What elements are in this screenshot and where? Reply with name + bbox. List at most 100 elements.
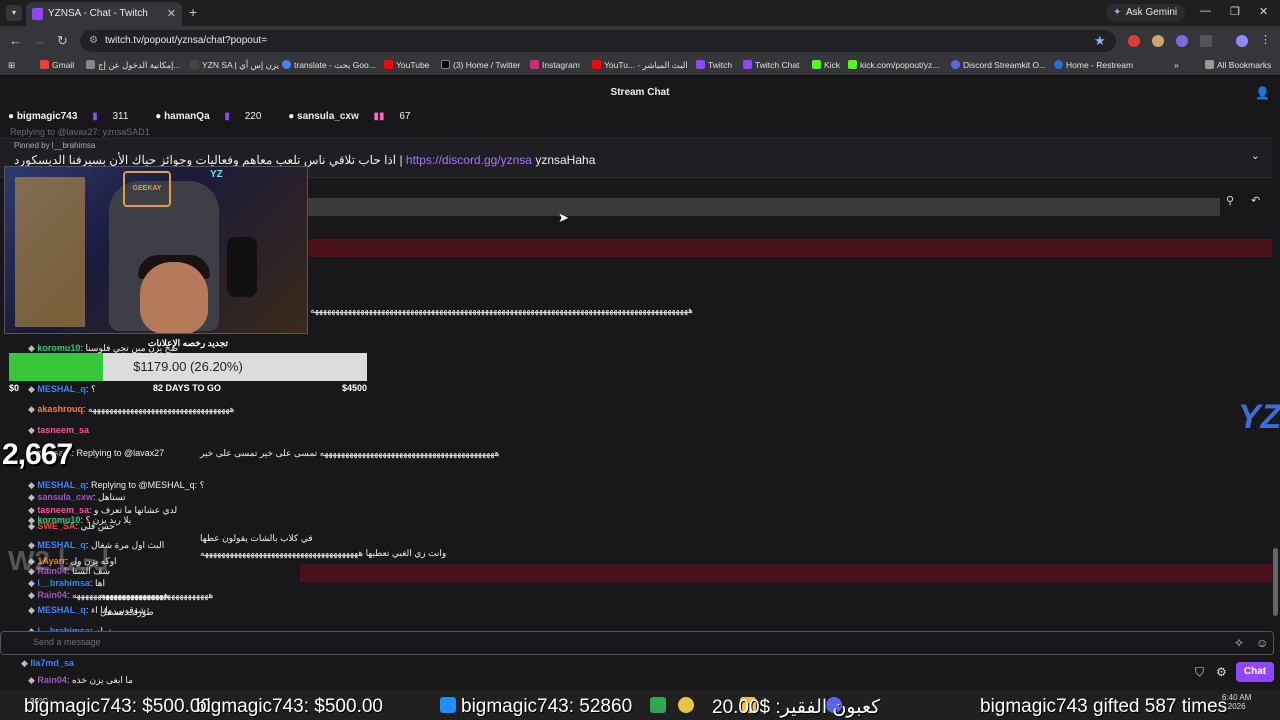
extension-record-icon[interactable] bbox=[1128, 35, 1140, 47]
overlay-chat-message: ◆ MESHAL_q: Replying to @MESHAL_q: ؟ bbox=[28, 480, 204, 491]
settings-gear-icon[interactable]: ⚙ bbox=[1216, 665, 1227, 679]
leader-name: sansula_cxw bbox=[297, 111, 359, 122]
bookmark-youtube[interactable]: YouTube bbox=[384, 60, 429, 70]
instagram-icon bbox=[530, 60, 539, 69]
browser-menu-icon[interactable]: ⋮ bbox=[1260, 33, 1272, 46]
all-bookmarks[interactable]: All Bookmarks bbox=[1205, 60, 1271, 70]
chrome-icon[interactable] bbox=[678, 697, 694, 713]
chat-text: : Replying to @MESHAL_q: ؟ bbox=[85, 480, 205, 490]
chat-text: : Replying to @lavax27 bbox=[71, 448, 165, 458]
magic-wand-icon[interactable]: ✧ bbox=[1234, 636, 1244, 650]
donation-ticker: bigmagic743 gifted 587 times bbox=[980, 696, 1228, 717]
tab-close-icon[interactable]: ✕ bbox=[167, 2, 176, 26]
overlay-chat-message: ◆ Rain04: ما ابغى يزن خذه bbox=[28, 675, 133, 686]
emote-picker-icon[interactable]: ☺ bbox=[1256, 636, 1268, 650]
maximize-button[interactable]: ❐ bbox=[1230, 5, 1240, 18]
leaderboard-entry[interactable]: ● hamanQa ▮ 220 bbox=[155, 111, 273, 122]
extensions-puzzle-icon[interactable] bbox=[1200, 35, 1212, 47]
bookmark-discord-streamkit[interactable]: Discord Streamkit O... bbox=[951, 60, 1046, 70]
tab-title: YZNSA - Chat - Twitch bbox=[48, 8, 148, 19]
bookmark-kick[interactable]: Kick bbox=[812, 60, 840, 70]
badge-icon: ◆ bbox=[28, 590, 38, 600]
chat-message: طورات مشعل bbox=[100, 607, 154, 617]
bookmark-twitch-chat[interactable]: Twitch Chat bbox=[743, 60, 799, 70]
chat-username[interactable]: MESHAL_q bbox=[37, 480, 86, 490]
bookmark-twitter[interactable]: (3) Home / Twitter bbox=[441, 60, 520, 70]
bookmark-restream[interactable]: Home - Restream bbox=[1054, 60, 1133, 70]
leaderboard-entry[interactable]: ● sansula_cxw ▮▮ 67 bbox=[288, 111, 422, 122]
overlay-chat-message: ◆ koromu10: صح يزن مين تجي فلوسنا bbox=[28, 343, 178, 354]
leader-count: 311 bbox=[112, 111, 129, 122]
leaderboard-entry[interactable]: ● bigmagic743 ▮ 311 bbox=[8, 111, 140, 122]
chevron-down-icon[interactable]: ⌄ bbox=[1251, 149, 1260, 162]
chat-username[interactable]: tasneem_sa bbox=[37, 425, 89, 435]
chat-username[interactable]: akashrouq bbox=[37, 404, 83, 414]
hovered-message-row[interactable] bbox=[300, 198, 1220, 216]
system-clock[interactable]: 6:40 AM 2026 bbox=[1222, 693, 1251, 711]
chat-input[interactable]: Send a message bbox=[0, 631, 1274, 655]
forward-arrow-icon[interactable]: → bbox=[33, 33, 46, 48]
folder-icon bbox=[1205, 60, 1214, 69]
twitch-icon bbox=[743, 60, 752, 69]
bookmark-label: إمكانية الدخول عن إج... bbox=[98, 60, 181, 70]
tab-search-icon[interactable]: ▾ bbox=[6, 5, 22, 21]
bookmark-label: Instagram bbox=[542, 60, 580, 70]
new-tab-button[interactable]: + bbox=[189, 4, 197, 20]
chat-username[interactable]: SWE_SA bbox=[37, 521, 75, 531]
bookmark-translate[interactable]: translate - بحث Goo... bbox=[282, 60, 376, 71]
bookmark-kick-popout[interactable]: kick.com/popout/yz... bbox=[848, 60, 939, 70]
profile-avatar-icon[interactable] bbox=[1236, 35, 1248, 47]
edge-browser-icon[interactable] bbox=[650, 697, 666, 713]
chat-username[interactable]: tasneem_sa bbox=[37, 505, 89, 515]
neon-logo-icon: YZ bbox=[210, 169, 223, 180]
channel-watermark: W2 لحما bbox=[8, 545, 110, 576]
windows-start-icon[interactable] bbox=[440, 697, 456, 713]
kick-icon bbox=[812, 60, 821, 69]
chat-send-button[interactable]: Chat bbox=[1236, 662, 1274, 682]
highlighted-message-row[interactable] bbox=[300, 564, 1272, 582]
reload-icon[interactable]: ↻ bbox=[57, 33, 68, 49]
reply-icon[interactable]: ↶ bbox=[1251, 194, 1260, 207]
chat-text: : ؟ bbox=[85, 384, 96, 394]
users-list-icon[interactable]: 👤 bbox=[1255, 86, 1270, 100]
chat-scrollbar[interactable] bbox=[1273, 548, 1278, 616]
apps-grid-icon[interactable]: ⊞ bbox=[8, 60, 15, 71]
chat-username[interactable]: koromu10 bbox=[37, 343, 80, 353]
bookmark-gmail[interactable]: Gmail bbox=[40, 60, 74, 70]
extension-cookie-icon[interactable] bbox=[1152, 35, 1164, 47]
minimize-button[interactable]: — bbox=[1200, 5, 1211, 17]
chat-input-placeholder: Send a message bbox=[33, 637, 101, 647]
more-bookmarks-icon[interactable]: » bbox=[1174, 60, 1179, 70]
bookmark-access[interactable]: إمكانية الدخول عن إج... bbox=[86, 60, 181, 71]
extension-stats-icon[interactable] bbox=[1176, 35, 1188, 47]
bookmark-instagram[interactable]: Instagram bbox=[530, 60, 580, 70]
bookmark-star-icon[interactable]: ★ bbox=[1094, 33, 1106, 49]
discord-link[interactable]: https://discord.gg/yznsa bbox=[406, 153, 532, 167]
url-bar[interactable]: ⚙ twitch.tv/popout/yznsa/chat?popout= bbox=[80, 30, 1116, 52]
bookmark-label: Discord Streamkit O... bbox=[963, 60, 1047, 70]
chat-username[interactable]: MESHAL_q bbox=[37, 384, 86, 394]
bookmark-label: YouTu... - البث المباشر bbox=[604, 60, 688, 70]
bookmark-youtube-live[interactable]: YouTu... - البث المباشر bbox=[592, 60, 688, 71]
overlay-chat-message: ◆ lla7md_sa bbox=[21, 658, 74, 669]
chat-text: : لدي عشانها ما تعرف و bbox=[88, 505, 178, 515]
streamer-webcam: GEEKAY YZ bbox=[4, 166, 308, 334]
close-window-button[interactable]: ✕ bbox=[1259, 5, 1268, 18]
highlighted-message-row[interactable] bbox=[300, 239, 1272, 257]
chat-username[interactable]: Rain04 bbox=[37, 675, 67, 685]
pin-message-icon[interactable]: ⚲ bbox=[1226, 194, 1234, 207]
chat-username[interactable]: Rain04 bbox=[37, 590, 67, 600]
chat-username[interactable]: lla7md_sa bbox=[30, 658, 74, 668]
chat-username[interactable]: l__brahimsa bbox=[37, 578, 90, 588]
bookmark-yznsa[interactable]: YZN SA | يزن إس أي bbox=[190, 60, 279, 71]
bookmark-twitch[interactable]: Twitch bbox=[696, 60, 732, 70]
back-arrow-icon[interactable]: ← bbox=[9, 33, 22, 48]
ask-gemini-button[interactable]: Ask Gemini bbox=[1106, 4, 1186, 22]
goal-days: 82 DAYS TO GO bbox=[153, 383, 222, 393]
tab-twitch-chat[interactable]: YZNSA - Chat - Twitch ✕ bbox=[26, 2, 182, 26]
shield-icon[interactable]: ⛉ bbox=[1195, 665, 1204, 680]
restream-icon bbox=[1054, 60, 1063, 69]
chat-username[interactable]: sansula_cxw bbox=[37, 492, 93, 502]
chat-username[interactable]: MESHAL_q bbox=[37, 605, 86, 615]
site-info-icon[interactable]: ⚙ bbox=[89, 30, 98, 52]
